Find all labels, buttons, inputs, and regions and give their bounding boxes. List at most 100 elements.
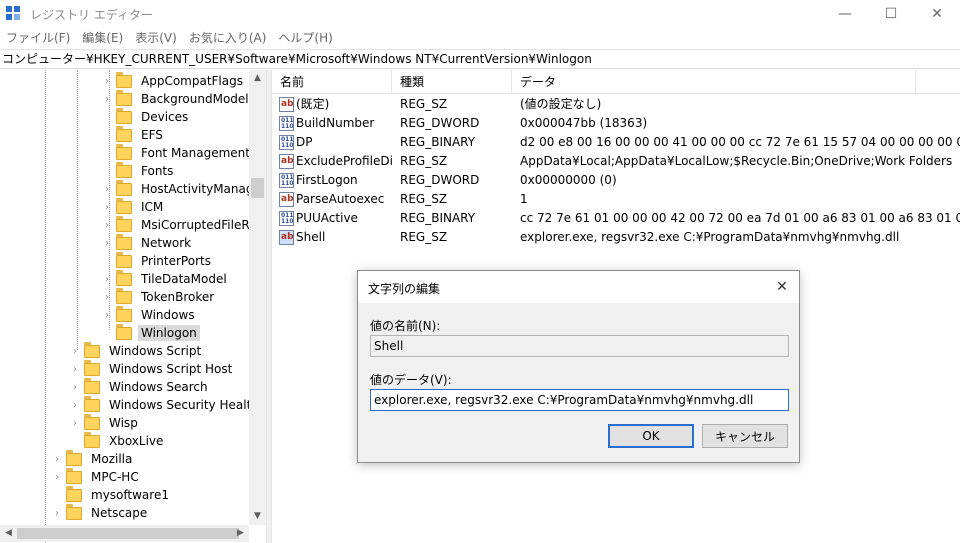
tree-vertical-scrollbar[interactable]: ▲ ▼ <box>249 70 266 525</box>
tree-item[interactable]: XboxLive <box>70 431 166 450</box>
menu-view[interactable]: 表示(V) <box>129 28 183 48</box>
close-button[interactable]: ✕ <box>914 0 960 28</box>
tree-item[interactable]: › MPC-HC <box>52 467 142 486</box>
tree-item[interactable]: mysoftware1 <box>52 485 172 504</box>
chevron-right-icon[interactable]: › <box>102 94 112 105</box>
address-bar[interactable]: コンピューター¥HKEY_CURRENT_USER¥Software¥Micro… <box>0 49 960 69</box>
tree-item[interactable]: › Windows Search <box>70 377 211 396</box>
column-header-type[interactable]: 種類 <box>392 70 512 94</box>
tree-item[interactable]: › Network <box>102 233 194 252</box>
tree-item[interactable]: › Mozilla <box>52 449 135 468</box>
folder-icon <box>116 287 132 304</box>
value-row[interactable]: (既定) REG_SZ (値の設定なし) <box>272 95 960 114</box>
tree-guide-line <box>109 70 110 330</box>
chevron-right-icon[interactable]: › <box>70 400 80 411</box>
menu-file[interactable]: ファイル(F) <box>0 28 76 48</box>
value-row[interactable]: Shell REG_SZ explorer.exe, regsvr32.exe C:… <box>272 228 960 247</box>
scroll-right-icon[interactable]: ▶ <box>232 525 249 542</box>
scroll-left-icon[interactable]: ◀ <box>0 525 17 542</box>
column-header-name[interactable]: 名前 <box>272 70 392 94</box>
tree-item[interactable]: › BackgroundModel <box>102 89 252 108</box>
chevron-right-icon[interactable]: › <box>102 238 112 249</box>
chevron-right-icon[interactable]: › <box>52 454 62 465</box>
chevron-right-icon[interactable]: › <box>102 202 112 213</box>
tree-item[interactable]: › Windows Security Health <box>70 395 262 414</box>
folder-icon <box>116 161 132 178</box>
chevron-right-icon[interactable]: › <box>70 364 80 375</box>
tree-item[interactable]: PrinterPorts <box>102 251 214 270</box>
value-data: explorer.exe, regsvr32.exe C:¥ProgramDat… <box>520 230 900 244</box>
tree-item[interactable]: › TokenBroker <box>102 287 217 306</box>
value-type: REG_BINARY <box>400 211 476 225</box>
value-name-label: 値の名前(N): <box>370 319 441 333</box>
tree-item-label: TileDataModel <box>141 272 227 286</box>
tree-item[interactable]: Devices <box>102 107 191 126</box>
cancel-button[interactable]: キャンセル <box>702 424 788 448</box>
chevron-right-icon[interactable]: › <box>70 346 80 357</box>
folder-icon <box>66 485 82 502</box>
ok-button[interactable]: OK <box>608 424 694 448</box>
chevron-right-icon[interactable]: › <box>102 76 112 87</box>
tree-item[interactable]: › Windows <box>102 305 198 324</box>
tree-item[interactable]: › AppCompatFlags <box>102 71 246 90</box>
value-row[interactable]: BuildNumber REG_DWORD 0x000047bb (18363) <box>272 114 960 133</box>
folder-icon <box>116 215 132 232</box>
value-data: 0x00000000 (0) <box>520 173 617 187</box>
tree-vertical-scroll-thumb[interactable] <box>251 178 264 198</box>
chevron-right-icon[interactable]: › <box>52 508 62 519</box>
tree-horizontal-scroll-thumb[interactable] <box>17 528 239 539</box>
maximize-button[interactable]: ☐ <box>868 0 914 28</box>
value-name: DP <box>296 135 313 149</box>
value-name: Shell <box>296 230 326 244</box>
chevron-right-icon[interactable]: › <box>102 274 112 285</box>
scroll-down-icon[interactable]: ▼ <box>249 508 266 525</box>
column-header-data[interactable]: データ <box>512 70 916 94</box>
tree-item[interactable]: › TileDataModel <box>102 269 230 288</box>
tree-guide-line <box>77 70 78 350</box>
value-data: cc 72 7e 61 01 00 00 00 42 00 72 00 ea 7… <box>520 211 960 225</box>
scroll-up-icon[interactable]: ▲ <box>249 70 266 87</box>
tree-item[interactable]: › HostActivityManager <box>102 179 266 198</box>
tree-item[interactable]: › MsiCorruptedFileRecovery <box>102 215 266 234</box>
chevron-right-icon[interactable]: › <box>102 184 112 195</box>
dialog-close-icon[interactable]: ✕ <box>771 276 793 298</box>
chevron-right-icon[interactable]: › <box>102 292 112 303</box>
value-row[interactable]: ParseAutoexec REG_SZ 1 <box>272 190 960 209</box>
key-tree: › AppCompatFlags › BackgroundModel Devices EF… <box>0 70 266 543</box>
tree-horizontal-scrollbar[interactable]: ◀ ▶ <box>0 525 249 542</box>
tree-item[interactable]: Winlogon <box>102 323 200 342</box>
folder-icon <box>66 467 82 484</box>
tree-item-label: Netscape <box>91 506 148 520</box>
tree-item[interactable]: › ICM <box>102 197 166 216</box>
registry-editor-icon <box>6 6 22 22</box>
minimize-button[interactable]: — <box>822 0 868 28</box>
menu-favorites[interactable]: お気に入り(A) <box>183 28 273 48</box>
value-row[interactable]: FirstLogon REG_DWORD 0x00000000 (0) <box>272 171 960 190</box>
value-row[interactable]: PUUActive REG_BINARY cc 72 7e 61 01 00 00 … <box>272 209 960 228</box>
tree-item-label: Font Management <box>141 146 250 160</box>
string-value-icon <box>279 192 294 207</box>
value-type: REG_BINARY <box>400 135 476 149</box>
menu-edit[interactable]: 編集(E) <box>76 28 129 48</box>
chevron-right-icon[interactable]: › <box>70 418 80 429</box>
chevron-right-icon[interactable]: › <box>70 382 80 393</box>
chevron-right-icon[interactable]: › <box>102 310 112 321</box>
tree-item[interactable]: › Netscape <box>52 503 150 522</box>
tree-item[interactable]: Fonts <box>102 161 176 180</box>
value-data: 0x000047bb (18363) <box>520 116 648 130</box>
tree-item[interactable]: › Windows Script Host <box>70 359 235 378</box>
tree-item[interactable]: Font Management <box>102 143 253 162</box>
value-row[interactable]: ExcludeProfileDirs REG_SZ AppData¥Local;Ap… <box>272 152 960 171</box>
tree-guide-line <box>45 70 46 543</box>
tree-item[interactable]: › Windows Script <box>70 341 204 360</box>
menu-help[interactable]: ヘルプ(H) <box>272 28 338 48</box>
tree-item[interactable]: EFS <box>102 125 166 144</box>
value-data-field[interactable] <box>370 389 789 411</box>
chevron-right-icon[interactable]: › <box>52 472 62 483</box>
value-row[interactable]: DP REG_BINARY d2 00 e8 00 16 00 00 00 41 0… <box>272 133 960 152</box>
tree-item[interactable]: › Wisp <box>70 413 141 432</box>
chevron-right-icon[interactable]: › <box>102 220 112 231</box>
folder-icon <box>116 197 132 214</box>
folder-icon <box>116 89 132 106</box>
value-name-field[interactable] <box>370 335 789 357</box>
